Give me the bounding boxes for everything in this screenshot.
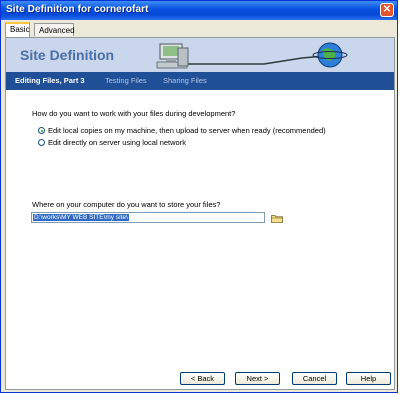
step-sharing-files: Sharing Files <box>163 76 207 85</box>
radio-edit-directly-label[interactable]: Edit directly on server using local netw… <box>48 138 186 147</box>
wizard-banner: Site Definition <box>6 38 394 72</box>
help-button[interactable]: Help <box>346 372 391 385</box>
local-folder-input[interactable]: D:\works\MY WEB SITE\my site\ <box>31 212 265 223</box>
window-title: Site Definition for cornerofart <box>6 4 149 15</box>
close-icon[interactable]: ✕ <box>380 3 394 17</box>
folder-icon[interactable] <box>271 214 283 223</box>
work-mode-question: How do you want to work with your files … <box>32 109 236 118</box>
radio-edit-local-copies-label[interactable]: Edit local copies on my machine, then up… <box>48 126 326 135</box>
next-button[interactable]: Next > <box>235 372 280 385</box>
store-location-question: Where on your computer do you want to st… <box>32 200 221 209</box>
wizard-panel: Site Definition Editing Files, Part 3 Te… <box>5 37 395 390</box>
site-network-illustration <box>156 42 348 69</box>
tab-advanced[interactable]: Advanced <box>34 23 75 36</box>
radio-edit-local-copies[interactable] <box>38 127 45 134</box>
wizard-steps-bar: Editing Files, Part 3 Testing Files Shar… <box>6 72 394 90</box>
step-testing-files: Testing Files <box>105 76 147 85</box>
title-bar[interactable]: Site Definition for cornerofart ✕ <box>1 1 397 20</box>
tab-basic[interactable]: Basic <box>5 22 30 37</box>
banner-title: Site Definition <box>20 47 115 63</box>
step-editing-files-part-3: Editing Files, Part 3 <box>15 76 85 85</box>
back-button[interactable]: < Back <box>180 372 225 385</box>
site-definition-window: Site Definition for cornerofart ✕ Basic … <box>0 0 398 393</box>
radio-edit-directly[interactable] <box>38 139 45 146</box>
local-folder-value: D:\works\MY WEB SITE\my site\ <box>33 214 129 221</box>
cancel-button[interactable]: Cancel <box>292 372 337 385</box>
